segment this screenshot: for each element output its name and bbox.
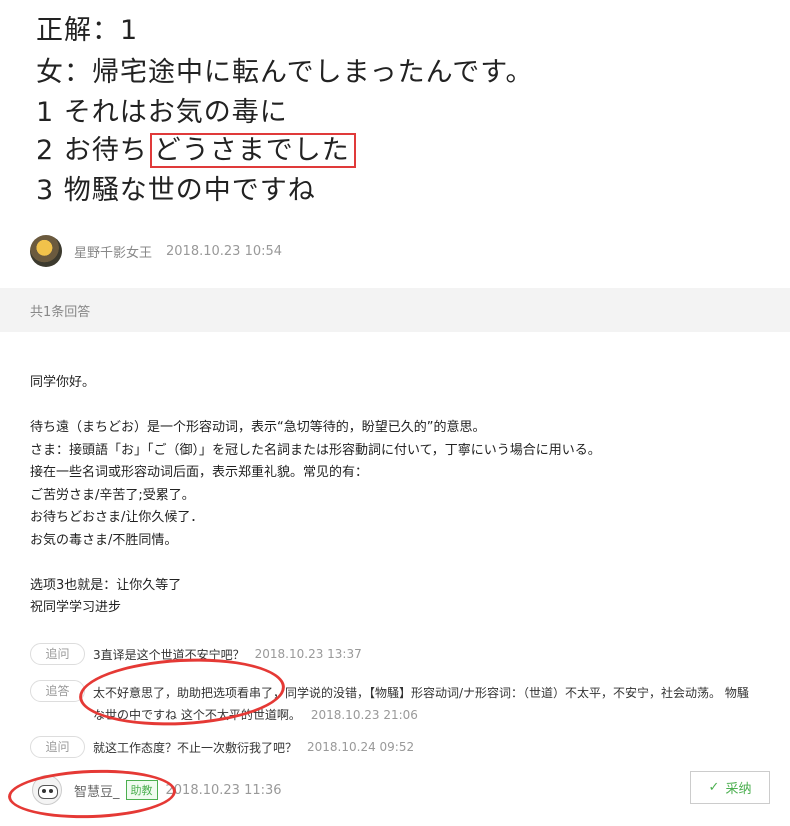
question-option-1: 1 それはお気の毒に xyxy=(36,97,288,128)
followup-text: 就这工作态度？不止一次敷衍我了吧？ xyxy=(93,740,298,755)
adopt-button-label: 采纳 xyxy=(725,782,752,797)
answer-line: 祝同学学习进步 xyxy=(30,600,122,615)
question-option-3: 3 物騒な世の中ですね xyxy=(36,175,316,206)
followup-timestamp: 2018.10.23 21:06 xyxy=(310,708,418,722)
followup-text: 3直译是这个世道不安宁吧？ xyxy=(93,647,245,662)
answer-count-bar: 共1条回答 xyxy=(0,288,790,332)
followup-item: 追问 3直译是这个世道不安宁吧？ 2018.10.23 13:37 xyxy=(30,643,362,665)
answer-line: お待ちどおさま/让你久候了． xyxy=(30,510,204,525)
answer-line: 选项3也就是：让你久等了 xyxy=(30,577,182,593)
followup-text: な世の中ですね 这个不太平的世道啊。 xyxy=(93,708,301,722)
option-2-prefix: 2 お待ち xyxy=(36,135,148,166)
answer-line: ご苦労さま/辛苦了;受累了。 xyxy=(30,487,195,503)
answer-line: 接在一些名词或形容动词后面，表示郑重礼貌。常见的有： xyxy=(30,465,369,480)
answer-count: 共1条回答 xyxy=(30,305,91,320)
question-image: 正解：1 女：帰宅途中に転んでしまったんです。 1 それはお気の毒に 2 お待ち… xyxy=(0,0,560,215)
avatar[interactable] xyxy=(30,235,62,267)
answer-line: お気の毒さま/不胜同情。 xyxy=(30,532,178,548)
role-badge: 助教 xyxy=(125,780,158,800)
option-2-highlight: どうさまでした xyxy=(149,133,356,168)
followup-tag: 追问 xyxy=(30,736,85,758)
followup-reply-body: 太不好意思了，助助把选项看串了，同学说的没错，【物騒】形容动词/ナ形容词：（世道… xyxy=(93,682,773,726)
avatar[interactable] xyxy=(32,775,62,805)
answer-line: 待ち遠（まちどお）是一个形容动词，表示“急切等待的，盼望已久的”的意思。 xyxy=(30,420,486,435)
question-answer-key: 正解：1 xyxy=(36,15,139,46)
answer-line: さま：接頭語「お」「ご（御）」を冠した名詞または形容動詞に付いて，丁寧にいう場合… xyxy=(30,442,601,458)
followup-text: 太不好意思了，助助把选项看串了，同学说的没错，【物騒】形容动词/ナ形容词：（世道… xyxy=(93,686,749,700)
answer-line: 同学你好。 xyxy=(30,375,96,390)
question-author-row: 星野千影女王 2018.10.23 10:54 xyxy=(30,234,282,268)
answer-timestamp: 2018.10.23 11:36 xyxy=(165,782,282,798)
followup-item: 追问 就这工作态度？不止一次敷衍我了吧？ 2018.10.24 09:52 xyxy=(30,736,414,758)
question-option-2: 2 お待ち どうさまでした xyxy=(36,128,356,168)
question-prompt: 女：帰宅途中に転んでしまったんです。 xyxy=(36,57,534,88)
answer-author-row: 智慧豆_ 助教 2018.10.23 11:36 xyxy=(32,773,282,807)
followup-timestamp: 2018.10.23 13:37 xyxy=(254,646,362,661)
answer-line xyxy=(30,552,770,575)
adopt-button[interactable]: ✓ 采纳 xyxy=(690,771,770,804)
check-icon: ✓ xyxy=(708,780,720,795)
followup-timestamp: 2018.10.24 09:52 xyxy=(307,739,415,754)
answer-body: 同学你好。 待ち遠（まちどお）是一个形容动词，表示“急切等待的，盼望已久的”的意… xyxy=(30,372,770,620)
answer-line xyxy=(30,395,770,418)
answer-author-name[interactable]: 智慧豆_ xyxy=(74,781,120,800)
followup-tag: 追问 xyxy=(30,643,85,665)
followup-tag: 追答 xyxy=(30,680,85,702)
question-author-name[interactable]: 星野千影女王 xyxy=(74,242,152,261)
question-timestamp: 2018.10.23 10:54 xyxy=(166,243,283,259)
